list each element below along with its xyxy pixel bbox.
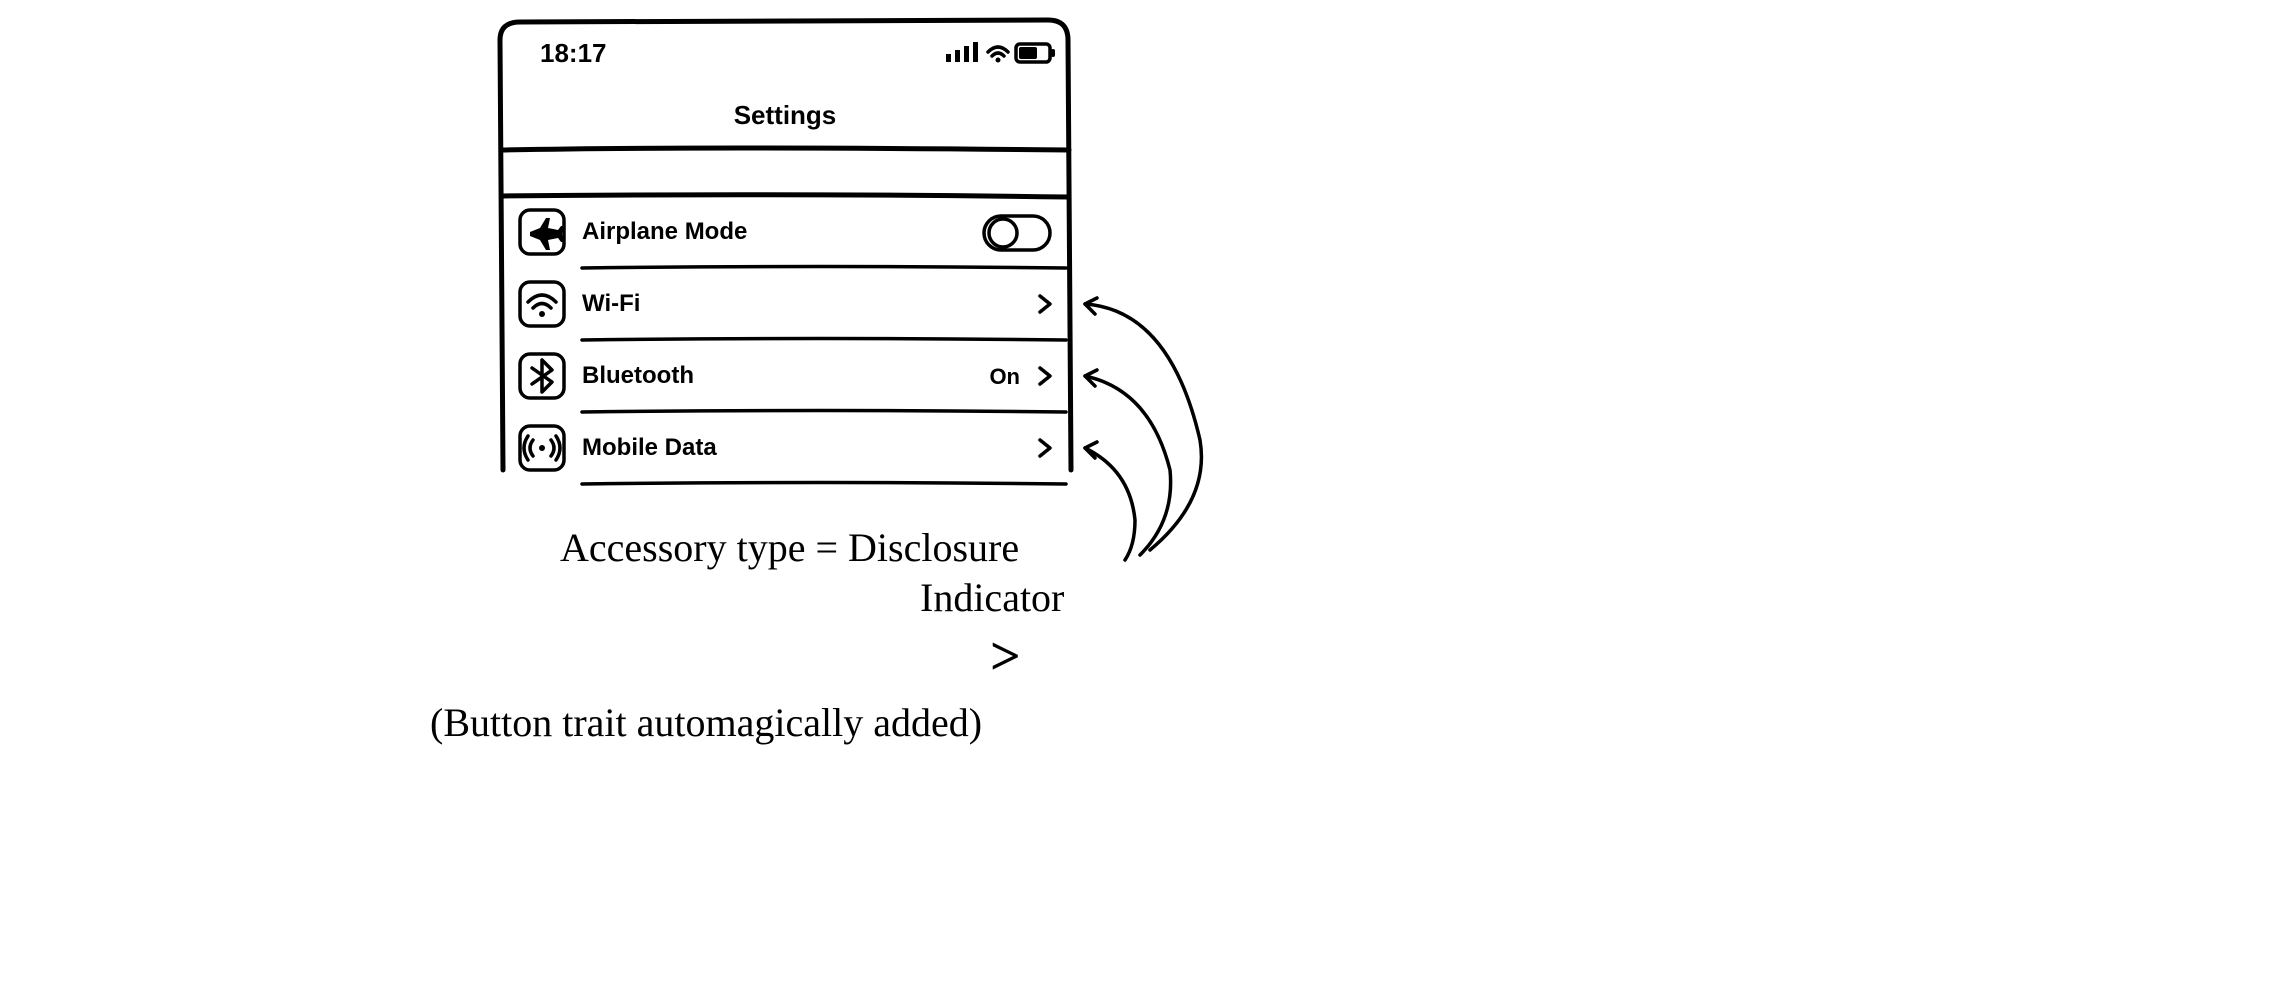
statusbar-time: 18:17	[540, 38, 607, 69]
row-label: Mobile Data	[582, 434, 717, 462]
annotation-line-1: Accessory type = Disclosure	[560, 525, 1019, 571]
annotation-line-2: Indicator	[920, 575, 1064, 621]
annotation-line-3: (Button trait automagically added)	[430, 700, 982, 746]
settings-row-airplane[interactable]: Airplane Mode	[500, 196, 1070, 268]
cellular-signal-icon	[946, 42, 978, 62]
row-label: Airplane Mode	[582, 218, 747, 246]
settings-row-bluetooth[interactable]: Bluetooth On	[500, 340, 1070, 412]
annotation-arrows	[1085, 298, 1201, 560]
annotation-chevron: >	[990, 625, 1021, 687]
row-label: Wi-Fi	[582, 290, 640, 318]
settings-row-wifi[interactable]: Wi-Fi	[500, 268, 1070, 340]
battery-status-icon	[1016, 44, 1055, 62]
settings-row-mobile-data[interactable]: Mobile Data	[500, 412, 1070, 484]
row-value: On	[989, 364, 1020, 390]
wifi-status-icon	[988, 47, 1008, 63]
row-label: Bluetooth	[582, 362, 694, 390]
page-title: Settings	[500, 100, 1070, 131]
